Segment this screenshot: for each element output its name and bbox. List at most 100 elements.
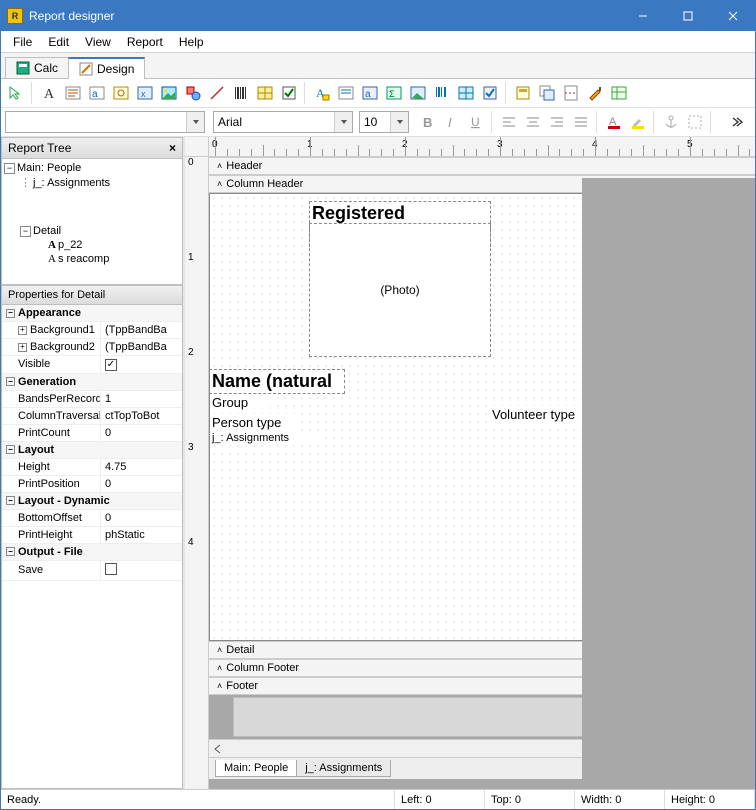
field-person-type[interactable]: Person type: [210, 414, 300, 431]
object-selector[interactable]: [5, 111, 205, 133]
pointer-tool[interactable]: [5, 82, 27, 104]
subreport-tool[interactable]: [536, 82, 558, 104]
prop-value[interactable]: 0: [101, 510, 182, 526]
tree-assignments[interactable]: j_: Assignments: [33, 177, 110, 189]
report-tree-close-icon[interactable]: ×: [169, 141, 176, 155]
menu-view[interactable]: View: [77, 33, 119, 51]
prop-expand-icon[interactable]: +: [18, 343, 27, 352]
toolbar-overflow-button[interactable]: [725, 111, 747, 133]
status-bar: Ready. Left: 0 Top: 0 Width: 0 Height: 0: [1, 789, 755, 809]
font-name-combo[interactable]: Arial: [213, 111, 353, 133]
menu-edit[interactable]: Edit: [40, 33, 77, 51]
object-selector-dropdown[interactable]: [186, 112, 204, 132]
minimize-button[interactable]: [620, 1, 665, 31]
highlight-button[interactable]: [627, 111, 649, 133]
tab-calc[interactable]: Calc: [5, 57, 69, 78]
tree-detail[interactable]: Detail: [33, 225, 61, 237]
paintbox-tool[interactable]: [584, 82, 606, 104]
tree-p22[interactable]: p_22: [58, 239, 82, 251]
prop-value[interactable]: (TppBandBa: [101, 322, 182, 338]
grid2d-tool[interactable]: [254, 82, 276, 104]
bold-button[interactable]: B: [417, 111, 439, 133]
dbcheckbox-tool[interactable]: [479, 82, 501, 104]
field-photo-box[interactable]: (Photo): [310, 224, 490, 356]
scroll-left-icon[interactable]: [213, 744, 223, 754]
dbtext-tool[interactable]: A: [311, 82, 333, 104]
anchor-button[interactable]: [660, 111, 682, 133]
font-name-dropdown[interactable]: [334, 112, 352, 132]
prop-expand-icon[interactable]: +: [18, 326, 27, 335]
prop-value[interactable]: [101, 561, 182, 580]
font-size-combo[interactable]: 10: [359, 111, 409, 133]
menu-report[interactable]: Report: [119, 33, 171, 51]
tree-sreg[interactable]: s reacomp: [58, 253, 109, 265]
title-bar: R Report designer: [1, 1, 755, 31]
prop-value[interactable]: 0: [101, 425, 182, 441]
band-header[interactable]: ˄Header: [209, 157, 755, 175]
font-color-button[interactable]: A: [603, 111, 625, 133]
tree-collapse-icon[interactable]: −: [4, 163, 15, 174]
prop-collapse-icon[interactable]: −: [6, 377, 15, 386]
prop-value[interactable]: 0: [101, 476, 182, 492]
prop-collapse-icon[interactable]: −: [6, 496, 15, 505]
prop-value[interactable]: 4.75: [101, 459, 182, 475]
horizontal-ruler[interactable]: 012345: [209, 137, 755, 157]
image-tool[interactable]: [158, 82, 180, 104]
checkbox-icon[interactable]: [105, 563, 117, 575]
barcode-tool[interactable]: [230, 82, 252, 104]
btab-main-people[interactable]: Main: People: [215, 760, 297, 777]
field-volunteer-type[interactable]: Volunteer type: [490, 406, 590, 423]
italic-button[interactable]: I: [441, 111, 463, 133]
richtext-tool[interactable]: a: [86, 82, 108, 104]
checkbox-tool[interactable]: [278, 82, 300, 104]
menu-help[interactable]: Help: [171, 33, 212, 51]
maximize-button[interactable]: [665, 1, 710, 31]
memo-tool[interactable]: [62, 82, 84, 104]
btab-assignments[interactable]: j_: Assignments: [296, 760, 391, 777]
dbimage-tool[interactable]: [407, 82, 429, 104]
tab-design[interactable]: Design: [68, 57, 145, 79]
line-tool[interactable]: [206, 82, 228, 104]
field-assignments[interactable]: j_: Assignments: [210, 431, 320, 445]
dbbarcode-tool[interactable]: [431, 82, 453, 104]
dbrichtext-tool[interactable]: a: [359, 82, 381, 104]
prop-value[interactable]: phStatic: [101, 527, 182, 543]
sysvar-tool[interactable]: [110, 82, 132, 104]
properties-grid[interactable]: −Appearance+Background1(TppBandBa+Backgr…: [1, 305, 183, 789]
checkbox-icon[interactable]: ✓: [105, 359, 117, 371]
prop-value[interactable]: ctTopToBot: [101, 408, 182, 424]
dbcalc-tool[interactable]: Σ: [383, 82, 405, 104]
prop-collapse-icon[interactable]: −: [6, 547, 15, 556]
field-name-natural[interactable]: Name (natural: [210, 370, 344, 393]
font-size-dropdown[interactable]: [390, 112, 408, 132]
prop-collapse-icon[interactable]: −: [6, 309, 15, 318]
menu-file[interactable]: File: [5, 33, 40, 51]
align-left-button[interactable]: [498, 111, 520, 133]
crosstab-tool[interactable]: [608, 82, 630, 104]
menu-bar: File Edit View Report Help: [1, 31, 755, 53]
variable-tool[interactable]: x: [134, 82, 156, 104]
align-right-button[interactable]: [546, 111, 568, 133]
prop-collapse-icon[interactable]: −: [6, 445, 15, 454]
svg-text:I: I: [448, 115, 452, 130]
close-button[interactable]: [710, 1, 755, 31]
underline-button[interactable]: U: [465, 111, 487, 133]
pagebreak-tool[interactable]: [560, 82, 582, 104]
prop-value[interactable]: ✓: [101, 356, 182, 373]
vertical-ruler[interactable]: 01234: [185, 157, 209, 789]
report-tree[interactable]: −Main: People ⋮j_: Assignments −Detail A…: [1, 159, 183, 285]
detail-band-page[interactable]: Registered company (Photo) Name (natural…: [209, 193, 755, 641]
region-tool[interactable]: [512, 82, 534, 104]
prop-value[interactable]: (TppBandBa: [101, 339, 182, 355]
prop-value[interactable]: 1: [101, 391, 182, 407]
border-button[interactable]: [684, 111, 706, 133]
field-group[interactable]: Group: [210, 394, 270, 411]
label-tool[interactable]: A: [38, 82, 60, 104]
shape-tool[interactable]: [182, 82, 204, 104]
align-center-button[interactable]: [522, 111, 544, 133]
db2dbarcode-tool[interactable]: [455, 82, 477, 104]
dbmemo-tool[interactable]: [335, 82, 357, 104]
tree-collapse-icon[interactable]: −: [20, 226, 31, 237]
align-justify-button[interactable]: [570, 111, 592, 133]
tree-root[interactable]: Main: People: [17, 162, 81, 174]
